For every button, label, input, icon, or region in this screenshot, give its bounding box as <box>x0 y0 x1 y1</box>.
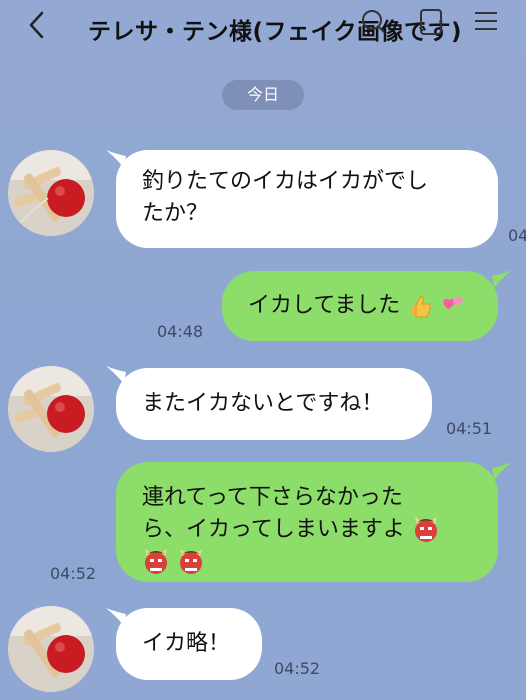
message-bubble-outgoing[interactable]: イカしてました <box>222 271 498 341</box>
avatar[interactable] <box>8 150 94 236</box>
message-emoji-row <box>142 546 476 578</box>
kendama-avatar-icon <box>8 606 94 692</box>
message-text-line: たか？ <box>142 201 209 226</box>
oni-mask-icon <box>180 549 202 574</box>
kendama-avatar-icon <box>8 150 94 236</box>
message-text-line: 釣りたてのイカはイカがでし <box>142 169 429 194</box>
chat-header: テレサ・テン様(フェイク画像です) <box>0 0 526 56</box>
avatar[interactable] <box>8 366 94 452</box>
message-timestamp: 04 <box>508 226 526 245</box>
message-bubble-incoming[interactable]: またイカないとですね！ <box>116 368 432 440</box>
search-icon[interactable] <box>360 8 386 34</box>
chat-title: テレサ・テン様(フェイク画像です) <box>88 19 463 45</box>
message-bubble-outgoing[interactable]: 連れてって下さらなかった ら、イカってしまいますよ <box>116 462 498 582</box>
bubble-tail <box>492 462 512 480</box>
kendama-avatar-icon <box>8 366 94 452</box>
chevron-left-icon[interactable] <box>26 10 48 40</box>
message-text-line: ら、イカってしまいますよ <box>142 517 405 542</box>
thumbs-up-icon <box>411 295 432 318</box>
message-text: イカしてました <box>248 293 401 318</box>
phone-icon[interactable] <box>418 8 444 36</box>
message-text-row: ら、イカってしまいますよ <box>142 514 476 546</box>
message-bubble-incoming[interactable]: 釣りたてのイカはイカがでし たか？ <box>116 150 498 248</box>
message-text-line: 連れてって下さらなかった <box>142 485 403 510</box>
bubble-tail <box>492 270 512 288</box>
message-text: またイカないとですね！ <box>142 391 384 416</box>
message-text: イカ略！ <box>142 631 231 656</box>
menu-icon[interactable] <box>474 8 498 34</box>
message-timestamp: 04:48 <box>157 322 204 341</box>
oni-mask-icon <box>414 517 437 542</box>
message-timestamp: 04:52 <box>274 659 321 678</box>
two-hearts-icon <box>443 297 463 309</box>
message-timestamp: 04:52 <box>50 564 97 583</box>
message-bubble-incoming[interactable]: イカ略！ <box>116 608 262 680</box>
oni-mask-icon <box>145 549 167 574</box>
date-separator: 今日 <box>222 80 304 110</box>
message-timestamp: 04:51 <box>446 419 493 438</box>
avatar[interactable] <box>8 606 94 692</box>
